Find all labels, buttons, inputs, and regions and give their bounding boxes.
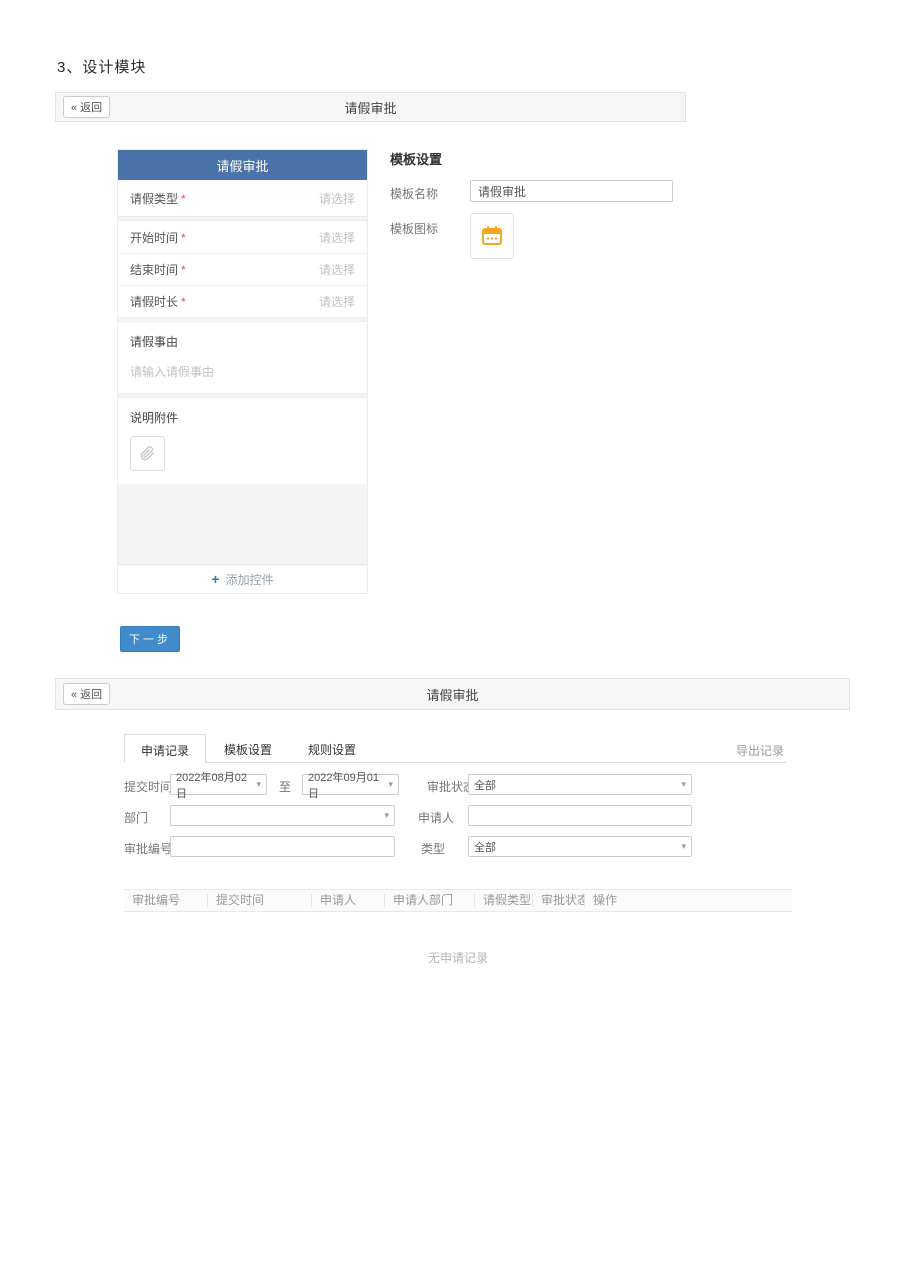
field-label-text: 开始时间 [130,231,178,245]
template-name-label: 模板名称 [390,185,438,202]
form-preview-title: 请假审批 [118,150,367,180]
chevron-down-icon: ▾ [384,810,389,821]
template-icon-label: 模板图标 [390,220,438,237]
approval-no-input[interactable] [170,836,395,857]
form-field-attachment: 说明附件 [118,398,367,484]
field-placeholder: 请选择 [319,229,355,246]
approval-status-value: 全部 [474,777,496,793]
field-label-text: 请假时长 [130,295,178,309]
required-mark: * [181,263,186,277]
department-label: 部门 [124,809,148,826]
page-title: 请假审批 [56,685,849,704]
add-control-label: 添加控件 [226,571,274,588]
column-header-status: 审批状态 [533,894,585,907]
form-field-duration[interactable]: 请假时长* 请选择 [118,285,367,317]
designer-body: 请假审批 请假类型* 请选择 开始时间* 请选择 结束时间* 请选择 请假时长*… [55,122,686,678]
plus-icon: + [211,571,219,587]
field-label-text: 请假类型 [130,192,178,206]
submit-time-label: 提交时间 [124,778,172,795]
approval-no-label: 审批编号 [124,840,172,857]
records-toolbar: « 返回 请假审批 [55,678,850,710]
calendar-icon [480,224,504,248]
type-select[interactable]: 全部 ▾ [468,836,692,857]
template-designer-screen: « 返回 请假审批 请假审批 请假类型* 请选择 开始时间* 请选择 结束时间*… [55,92,686,678]
form-field-end-time[interactable]: 结束时间* 请选择 [118,253,367,285]
chevron-down-icon: ▾ [681,841,686,852]
empty-records-message: 无申请记录 [124,949,792,966]
template-settings-panel: 模板设置 模板名称 模板图标 [390,149,686,389]
form-field-start-time[interactable]: 开始时间* 请选择 [118,221,367,253]
tabs-bar: 申请记录 模板设置 规则设置 导出记录 [124,734,786,763]
template-icon-picker[interactable] [470,213,514,259]
field-label: 结束时间* [130,261,186,278]
column-header-department: 申请人部门 [385,894,475,907]
tab-template-settings[interactable]: 模板设置 [206,734,290,762]
approval-status-select[interactable]: 全部 ▾ [468,774,692,795]
date-range-separator: 至 [279,778,291,795]
attachment-upload-button[interactable] [130,436,165,471]
empty-canvas-area [118,484,367,564]
date-from-value: 2022年08月02日 [176,769,252,801]
records-body: 申请记录 模板设置 规则设置 导出记录 提交时间 2022年08月02日 ▾ 至… [55,710,850,1000]
template-name-input[interactable] [470,180,673,202]
back-button[interactable]: « 返回 [63,683,110,705]
field-placeholder: 请选择 [319,190,355,207]
column-header-actions: 操作 [585,894,792,907]
reason-label: 请假事由 [130,333,355,350]
field-label-text: 结束时间 [130,263,178,277]
designer-toolbar: « 返回 请假审批 [55,92,686,122]
chevron-down-icon: ▾ [681,779,686,790]
page-title: 请假审批 [56,98,685,117]
approval-records-screen: « 返回 请假审批 申请记录 模板设置 规则设置 导出记录 提交时间 2022年… [55,678,850,1000]
tab-application-records[interactable]: 申请记录 [124,734,206,763]
chevron-down-icon: ▾ [256,779,261,790]
applicant-label: 申请人 [418,809,454,826]
required-mark: * [181,231,186,245]
next-step-button[interactable]: 下一步 [120,626,180,652]
section-heading: 3、设计模块 [57,56,146,77]
column-header-approval-no: 审批编号 [124,894,208,907]
attachment-label: 说明附件 [130,409,355,426]
tab-rule-settings[interactable]: 规则设置 [290,734,374,762]
back-button[interactable]: « 返回 [63,96,110,118]
column-header-leave-type: 请假类型 [475,894,533,907]
field-label: 请假类型* [130,190,186,207]
field-placeholder: 请选择 [319,293,355,310]
type-value: 全部 [474,839,496,855]
form-preview-card: 请假审批 请假类型* 请选择 开始时间* 请选择 结束时间* 请选择 请假时长*… [117,149,368,594]
required-mark: * [181,192,186,206]
paperclip-icon [140,446,155,461]
type-label: 类型 [421,840,445,857]
form-field-reason[interactable]: 请假事由 请输入请假事由 [118,322,367,393]
add-control-button[interactable]: + 添加控件 [118,564,367,593]
required-mark: * [181,295,186,309]
field-placeholder: 请选择 [319,261,355,278]
form-field-leave-type[interactable]: 请假类型* 请选择 [118,180,367,216]
records-table-header: 审批编号 提交时间 申请人 申请人部门 请假类型 审批状态 操作 [124,889,792,912]
date-to-value: 2022年09月01日 [308,769,384,801]
reason-placeholder: 请输入请假事由 [130,363,355,380]
export-records-link[interactable]: 导出记录 [736,742,784,759]
column-header-submit-time: 提交时间 [208,894,312,907]
panel-title: 模板设置 [390,149,442,168]
field-label: 开始时间* [130,229,186,246]
department-select[interactable]: ▾ [170,805,395,826]
column-header-applicant: 申请人 [312,894,385,907]
date-from-select[interactable]: 2022年08月02日 ▾ [170,774,267,795]
date-to-select[interactable]: 2022年09月01日 ▾ [302,774,399,795]
applicant-input[interactable] [468,805,692,826]
field-label: 请假时长* [130,293,186,310]
document-page: 3、设计模块 « 返回 请假审批 请假审批 请假类型* 请选择 开始时间* 请选… [0,0,905,1280]
chevron-down-icon: ▾ [388,779,393,790]
